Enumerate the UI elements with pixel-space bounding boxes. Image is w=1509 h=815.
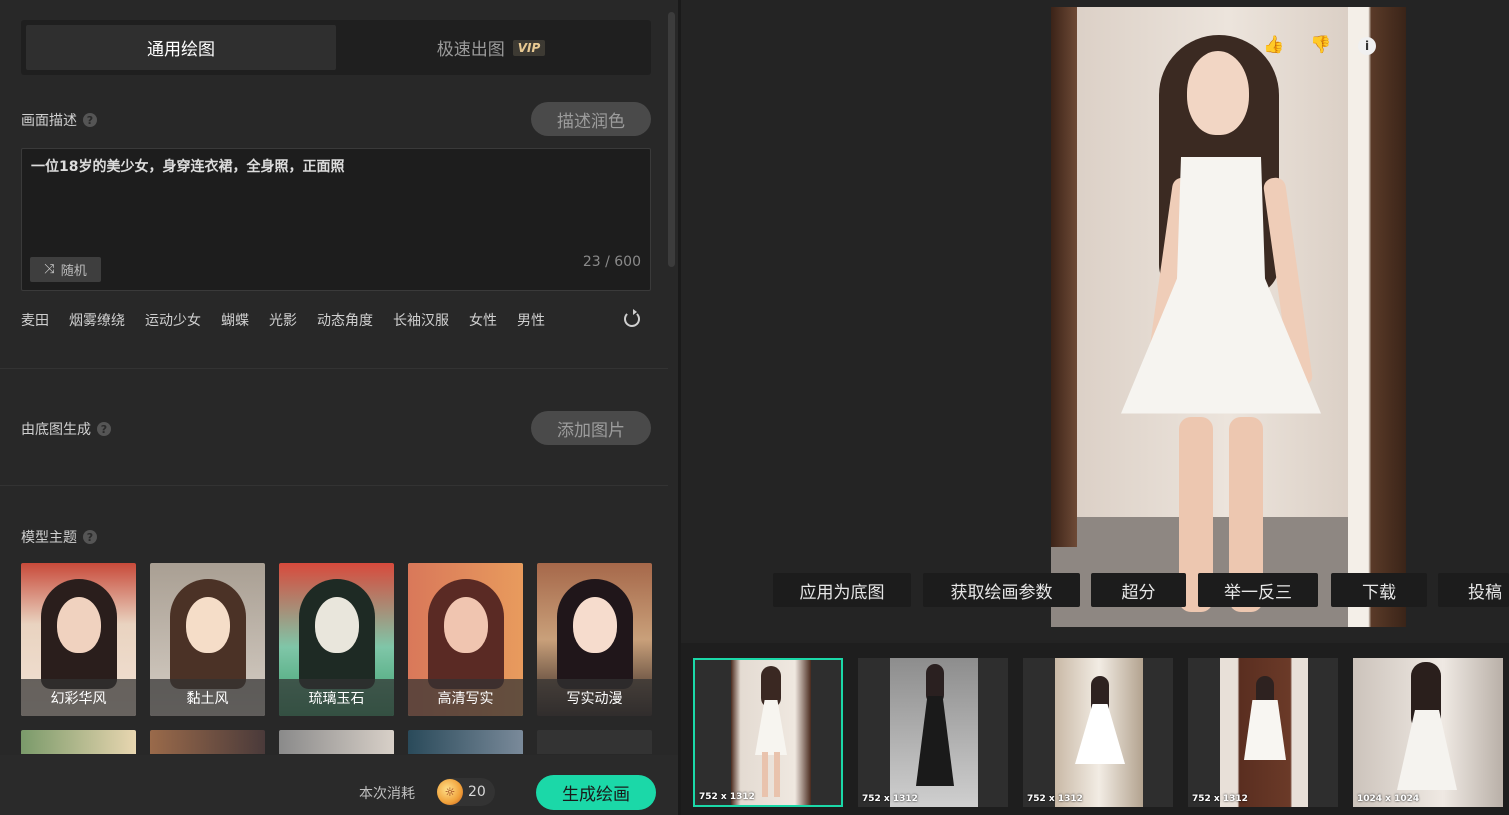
tab-fast-drawing[interactable]: 极速出图 VIP bbox=[336, 25, 646, 70]
cost-label: 本次消耗 bbox=[359, 786, 415, 802]
section-divider bbox=[0, 485, 668, 486]
apply-as-base-button[interactable]: 应用为底图 bbox=[773, 573, 911, 607]
tag-item[interactable]: 麦田 bbox=[21, 310, 49, 330]
model-name: 幻彩华风 bbox=[21, 679, 136, 716]
tab-general-drawing[interactable]: 通用绘图 bbox=[26, 25, 336, 70]
model-card-partial[interactable] bbox=[150, 730, 265, 754]
help-icon[interactable]: ? bbox=[83, 113, 97, 127]
cost-value: 20 bbox=[468, 784, 486, 800]
model-card-glass-jade[interactable]: 琉璃玉石 bbox=[279, 563, 394, 716]
help-icon[interactable]: ? bbox=[97, 422, 111, 436]
get-params-button[interactable]: 获取绘画参数 bbox=[923, 573, 1080, 607]
model-name: 黏土风 bbox=[150, 679, 265, 716]
upscale-button[interactable]: 超分 bbox=[1091, 573, 1186, 607]
thumbs-up-icon[interactable]: 👍 bbox=[1263, 35, 1284, 55]
tag-item[interactable]: 女性 bbox=[469, 310, 497, 330]
app-root: 通用绘图 极速出图 VIP 画面描述 ? 描述润色 一位18岁的美少女，身穿连衣… bbox=[0, 0, 1509, 815]
thumbnail-size: 752 x 1312 bbox=[1192, 794, 1248, 804]
thumbnail-size: 752 x 1312 bbox=[862, 794, 918, 804]
model-section-label: 模型主题 ? bbox=[21, 527, 97, 547]
thumbnail[interactable]: 752 x 1312 bbox=[693, 658, 843, 807]
model-card-partial[interactable] bbox=[279, 730, 394, 754]
thumbnail[interactable]: 752 x 1312 bbox=[1188, 658, 1338, 807]
model-card-realistic-anime[interactable]: 写实动漫 bbox=[537, 563, 652, 716]
download-label: 下载 bbox=[1362, 582, 1396, 603]
model-name: 高清写实 bbox=[408, 679, 523, 716]
thumbnail-size: 752 x 1312 bbox=[699, 792, 755, 802]
mode-tabs: 通用绘图 极速出图 VIP bbox=[21, 20, 651, 75]
model-card-partial[interactable] bbox=[408, 730, 523, 754]
left-panel: 通用绘图 极速出图 VIP 画面描述 ? 描述润色 一位18岁的美少女，身穿连衣… bbox=[0, 0, 678, 815]
variations-label: 举一反三 bbox=[1224, 582, 1292, 603]
thumbnail-size: 752 x 1312 bbox=[1027, 794, 1083, 804]
prompt-textarea[interactable]: 一位18岁的美少女，身穿连衣裙，全身照，正面照 ⤨ 随机 23 / 600 bbox=[21, 148, 651, 291]
help-icon[interactable]: ? bbox=[83, 530, 97, 544]
vip-badge: VIP bbox=[512, 39, 546, 56]
tag-item[interactable]: 运动少女 bbox=[145, 310, 201, 330]
submit-label: 投稿 bbox=[1468, 582, 1502, 603]
tag-row: 麦田 烟雾缭绕 运动少女 蝴蝶 光影 动态角度 长袖汉服 女性 男性 bbox=[21, 310, 545, 330]
download-button[interactable]: 下载 bbox=[1331, 573, 1427, 607]
submit-button[interactable]: 投稿 bbox=[1438, 573, 1509, 607]
section-divider bbox=[0, 368, 668, 369]
tag-item[interactable]: 烟雾缭绕 bbox=[69, 310, 125, 330]
prompt-label: 画面描述 bbox=[21, 113, 77, 129]
add-image-button[interactable]: 添加图片 bbox=[531, 411, 651, 445]
model-label: 模型主题 bbox=[21, 530, 77, 546]
model-card-partial[interactable] bbox=[537, 730, 652, 754]
enhance-description-label: 描述润色 bbox=[557, 111, 625, 132]
model-card-partial[interactable] bbox=[21, 730, 136, 754]
model-card-clay[interactable]: 黏土风 bbox=[150, 563, 265, 716]
info-icon[interactable]: i bbox=[1358, 37, 1376, 55]
generate-label: 生成绘画 bbox=[562, 785, 630, 805]
refresh-icon[interactable] bbox=[624, 309, 640, 327]
base-image-label: 由底图生成 bbox=[21, 422, 91, 438]
base-image-section-label: 由底图生成 ? bbox=[21, 419, 111, 439]
thumbnail[interactable]: 752 x 1312 bbox=[1023, 658, 1173, 807]
thumbnail[interactable]: 752 x 1312 bbox=[858, 658, 1008, 807]
thumbnail-size: 1024 x 1024 bbox=[1357, 794, 1420, 804]
random-button[interactable]: ⤨ 随机 bbox=[30, 257, 101, 282]
char-count: 23 / 600 bbox=[582, 254, 641, 270]
generated-image[interactable] bbox=[1051, 7, 1406, 627]
shuffle-icon: ⤨ bbox=[44, 262, 55, 277]
coin-icon: ☼ bbox=[437, 779, 463, 805]
thumbnail[interactable]: 1024 x 1024 bbox=[1353, 658, 1503, 807]
model-grid: 幻彩华风 黏土风 琉璃玉石 高清写实 写实动漫 bbox=[21, 563, 652, 716]
tag-item[interactable]: 长袖汉服 bbox=[393, 310, 449, 330]
upscale-label: 超分 bbox=[1121, 582, 1156, 603]
add-image-label: 添加图片 bbox=[557, 420, 625, 441]
enhance-description-button[interactable]: 描述润色 bbox=[531, 102, 651, 136]
model-name: 琉璃玉石 bbox=[279, 679, 394, 716]
model-grid-row-2 bbox=[21, 730, 652, 754]
thumbs-down-icon[interactable]: 👎 bbox=[1310, 35, 1331, 55]
prompt-section-label: 画面描述 ? bbox=[21, 110, 97, 130]
prompt-text[interactable]: 一位18岁的美少女，身穿连衣裙，全身照，正面照 bbox=[31, 156, 344, 176]
apply-as-base-label: 应用为底图 bbox=[799, 582, 885, 603]
model-card-huacai[interactable]: 幻彩华风 bbox=[21, 563, 136, 716]
random-label: 随机 bbox=[60, 264, 87, 279]
tag-item[interactable]: 男性 bbox=[517, 310, 545, 330]
model-name: 写实动漫 bbox=[537, 679, 652, 716]
scrollbar[interactable] bbox=[668, 12, 675, 267]
tag-item[interactable]: 光影 bbox=[269, 310, 297, 330]
variations-button[interactable]: 举一反三 bbox=[1198, 573, 1318, 607]
get-params-label: 获取绘画参数 bbox=[950, 582, 1053, 603]
generate-button[interactable]: 生成绘画 bbox=[536, 775, 656, 810]
cost-pill: ☼ 20 bbox=[437, 778, 495, 806]
tab-general-drawing-label: 通用绘图 bbox=[147, 40, 215, 60]
model-card-hd-realistic[interactable]: 高清写实 bbox=[408, 563, 523, 716]
tab-fast-drawing-label: 极速出图 bbox=[436, 40, 505, 60]
tag-item[interactable]: 动态角度 bbox=[317, 310, 373, 330]
tag-item[interactable]: 蝴蝶 bbox=[221, 310, 249, 330]
